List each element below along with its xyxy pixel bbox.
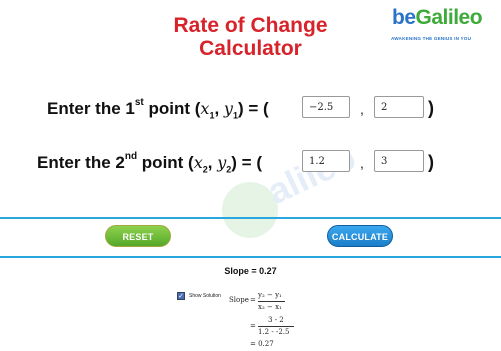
point1-label: Enter the 1st point (x1, y1) = ( — [47, 97, 269, 121]
step-fraction-bar — [258, 326, 294, 327]
show-solution-label: Show Solution — [189, 293, 221, 299]
step-denominator: 1.2 - -2.5 — [258, 328, 290, 336]
show-solution-checkbox[interactable]: ✓ — [177, 292, 185, 300]
close-paren: ) — [428, 98, 434, 118]
point2-label: Enter the 2nd point (x2, y2) = ( — [37, 151, 262, 175]
formula-numerator: y₂ − y₁ — [258, 291, 282, 299]
calculate-button[interactable]: CALCULATE — [327, 225, 393, 247]
bottom-divider — [0, 256, 501, 258]
point2-row: Enter the 2nd point (x2, y2) = ( , ) — [0, 149, 501, 179]
equals-sign: = — [250, 296, 256, 304]
logo-tagline: AWAKENING THE GENIUS IN YOU — [391, 36, 472, 41]
slope-word: Slope — [229, 296, 249, 304]
reset-button[interactable]: RESET — [105, 225, 171, 247]
step-numerator: 3 - 2 — [268, 316, 284, 324]
comma-separator: , — [360, 101, 364, 117]
formula-denominator: x₂ − x₁ — [258, 303, 282, 311]
formula-fraction-bar — [258, 301, 285, 302]
logo-wordmark: beGalileo — [392, 6, 483, 30]
x2-input[interactable] — [302, 150, 350, 172]
close-paren: ) — [428, 152, 434, 172]
point1-row: Enter the 1st point (x1, y1) = ( , ) — [0, 95, 501, 125]
logo-part2: Galileo — [415, 6, 483, 29]
x1-input[interactable] — [302, 96, 350, 118]
slope-result: Slope = 0.27 — [224, 266, 277, 276]
final-result: = 0.27 — [250, 340, 274, 348]
begalileo-logo: beGalileo AWAKENING THE GENIUS IN YOU — [388, 6, 498, 46]
logo-part1: be — [392, 6, 416, 29]
comma-separator: , — [360, 155, 364, 171]
equals-sign: = — [250, 322, 256, 330]
top-divider — [0, 217, 501, 219]
y1-input[interactable] — [374, 96, 424, 118]
y2-input[interactable] — [374, 150, 424, 172]
